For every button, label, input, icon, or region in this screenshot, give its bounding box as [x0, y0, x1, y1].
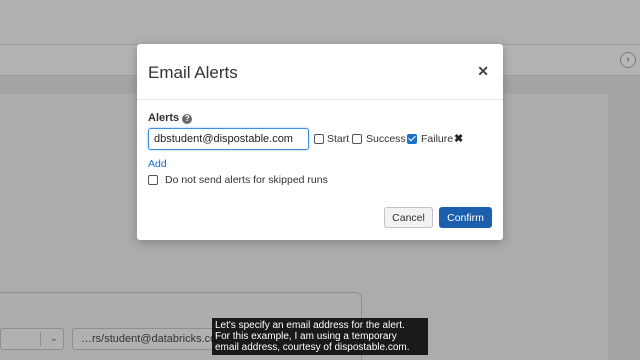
caption-line: For this example, I am using a temporary — [215, 331, 397, 342]
email-input[interactable] — [148, 128, 309, 150]
failure-checkbox-label: Failure — [421, 133, 454, 145]
background-header — [0, 0, 640, 44]
alerts-label-text: Alerts — [148, 112, 180, 124]
success-checkbox-label: Success — [366, 133, 406, 145]
background-select[interactable]: ⌄ — [0, 328, 64, 350]
start-checkbox-label: Start — [327, 133, 350, 145]
chevron-right-icon[interactable]: › — [620, 52, 636, 68]
dialog-header: Email Alerts ✕ — [137, 44, 503, 100]
start-checkbox[interactable] — [314, 134, 324, 144]
caption-line: email address, courtesy of dispostable.c… — [215, 342, 410, 353]
skipped-runs-label: Do not send alerts for skipped runs — [165, 174, 328, 186]
confirm-button[interactable]: Confirm — [439, 207, 492, 228]
success-checkbox[interactable] — [352, 134, 362, 144]
cancel-button[interactable]: Cancel — [384, 207, 433, 228]
dialog-title: Email Alerts — [148, 63, 238, 82]
help-icon[interactable]: ? — [182, 114, 193, 124]
close-icon[interactable]: ✕ — [477, 63, 489, 80]
select-divider — [40, 332, 41, 346]
background-email-field[interactable]: …rs/student@databricks.co — [72, 328, 222, 350]
email-alerts-dialog: Email Alerts ✕ Alerts? Start Success Fai… — [137, 44, 503, 240]
alerts-label: Alerts? — [148, 112, 193, 124]
caption-line: Let's specify an email address for the a… — [215, 320, 405, 331]
failure-checkbox[interactable] — [407, 134, 417, 144]
skipped-runs-checkbox[interactable] — [148, 175, 158, 185]
add-alert-link[interactable]: Add — [148, 158, 167, 170]
remove-icon[interactable]: ✖ — [454, 132, 463, 145]
chevron-down-icon: ⌄ — [49, 333, 58, 344]
video-caption: Let's specify an email address for the a… — [212, 318, 428, 355]
